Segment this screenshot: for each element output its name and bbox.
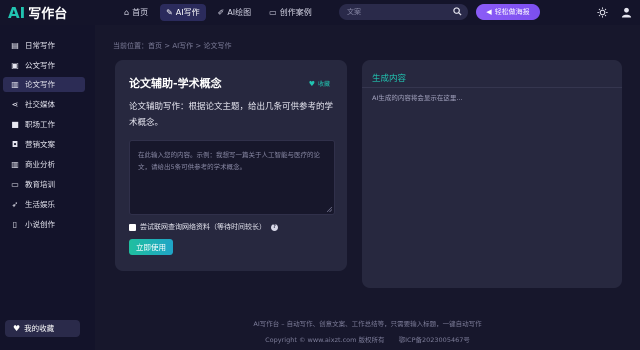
search-input[interactable] — [339, 8, 447, 16]
main-nav: ⌂ 首页 ✎ AI写作 ✐ AI绘图 ▭ 创作案例 — [118, 4, 324, 21]
breadcrumb: 当前位置：首页 > AI写作 > 论文写作 — [113, 42, 232, 50]
nav-item-label: AI写作 — [175, 8, 200, 17]
sidebar-item-workplace[interactable]: ■ 职场工作 — [3, 117, 85, 132]
footer-copyright: Copyright © www.aixzt.com 版权所有 鄂ICP备2023… — [95, 334, 640, 344]
sidebar-item-label: 商业分析 — [25, 160, 55, 169]
rocket-icon: ➶ — [11, 200, 19, 209]
bar-chart-icon: ▥ — [11, 160, 19, 169]
content-input[interactable]: 在此输入您的内容。示例：我想写一篇关于人工智能与医疗的论文，请给出5条可供参考的… — [129, 140, 335, 215]
sidebar-item-education[interactable]: ▭ 教育培训 — [3, 177, 85, 192]
edit-icon: ✎ — [166, 8, 173, 17]
briefcase-icon: ▣ — [11, 61, 19, 70]
my-favorites-label: 我的收藏 — [24, 324, 55, 333]
icp-link[interactable]: 鄂ICP备2023005467号 — [399, 336, 470, 344]
card-description: 论文辅助写作：根据论文主题，给出几条可供参考的学术概念。 — [129, 102, 334, 128]
sidebar-item-social-media[interactable]: ⋖ 社交媒体 — [3, 97, 85, 112]
nav-item-home[interactable]: ⌂ 首页 — [118, 4, 154, 21]
megaphone-icon: ◀ — [486, 8, 492, 16]
web-search-option: 尝试联网查询网络资料（等待时间较长） ? — [129, 222, 278, 232]
my-favorites-button[interactable]: ♥ 我的收藏 — [5, 320, 80, 337]
logo[interactable]: AI 写作台 — [8, 3, 108, 23]
ticket-icon: ◘ — [11, 140, 19, 149]
web-search-checkbox[interactable] — [129, 223, 136, 231]
monitor-icon: ▭ — [11, 180, 19, 189]
sidebar-item-label: 小说创作 — [25, 220, 55, 229]
sidebar-item-label: 社交媒体 — [25, 100, 55, 109]
sidebar-item-marketing[interactable]: ◘ 营销文案 — [3, 137, 85, 152]
nav-item-label: AI绘图 — [227, 8, 252, 17]
result-placeholder: AI生成的内容将会显示在这里... — [372, 94, 463, 102]
sidebar-item-business-analysis[interactable]: ▥ 商业分析 — [3, 157, 85, 172]
favorite-label: 收藏 — [317, 81, 330, 88]
nav-item-ai-drawing[interactable]: ✐ AI绘图 — [212, 4, 258, 21]
help-icon[interactable]: ? — [271, 223, 278, 231]
sidebar-item-lifestyle[interactable]: ➶ 生活娱乐 — [3, 197, 85, 212]
share-icon: ⋖ — [11, 100, 19, 109]
sidebar-item-label: 职场工作 — [25, 120, 55, 129]
sidebar-item-official-writing[interactable]: ▣ 公文写作 — [3, 58, 85, 73]
web-search-label: 尝试联网查询网络资料（等待时间较长） — [140, 223, 266, 231]
video-icon: ■ — [11, 120, 19, 129]
heart-icon: ♥ — [308, 79, 315, 88]
logo-text: 写作台 — [28, 7, 68, 22]
result-title: 生成内容 — [372, 74, 407, 84]
divider — [362, 87, 622, 88]
heart-icon: ♥ — [13, 324, 21, 333]
favorite-button[interactable]: ♥ 收藏 — [308, 79, 330, 89]
nav-item-cases[interactable]: ▭ 创作案例 — [263, 4, 318, 21]
sidebar-item-label: 教育培训 — [25, 180, 55, 189]
sidebar-item-label: 论文写作 — [25, 80, 55, 89]
poster-button-label: 轻松做海报 — [494, 8, 530, 16]
book-icon: ▤ — [11, 41, 19, 50]
copyright-text: Copyright © www.aixzt.com 版权所有 — [265, 336, 385, 344]
nav-item-label: 创作案例 — [279, 8, 312, 17]
book-open-icon: ▯ — [12, 220, 18, 229]
card-title: 论文辅助-学术概念 — [129, 77, 222, 90]
search-icon[interactable] — [453, 7, 462, 16]
user-icon[interactable] — [621, 7, 632, 18]
sidebar-item-thesis-writing[interactable]: ▥ 论文写作 — [3, 77, 85, 92]
footer-description: AI写作台 – 自动写作、创意文案、工作总结等，只需要输入标题，一键自动写作 — [253, 320, 482, 328]
tool-card: 论文辅助-学术概念 ♥ 收藏 论文辅助写作：根据论文主题，给出几条可供参考的学术… — [115, 60, 347, 271]
logo-ai: AI — [8, 3, 26, 22]
home-icon: ⌂ — [124, 8, 130, 17]
theme-toggle-icon[interactable] — [597, 7, 608, 18]
submit-button[interactable]: 立即使用 — [129, 239, 173, 255]
content-input-placeholder: 在此输入您的内容。示例：我想写一篇关于人工智能与医疗的论文，请给出5条可供参考的… — [138, 151, 320, 171]
poster-button[interactable]: ◀ 轻松做海报 — [476, 4, 540, 20]
sidebar-item-novel-writing[interactable]: ▯ 小说创作 — [3, 217, 85, 232]
resize-handle-icon[interactable] — [327, 207, 332, 212]
search-box — [339, 4, 468, 20]
sidebar-item-label: 生活娱乐 — [25, 200, 55, 209]
nav-item-label: 首页 — [132, 8, 149, 17]
sidebar-item-label: 营销文案 — [25, 140, 55, 149]
notebook-icon: ▥ — [11, 80, 19, 89]
sidebar-item-label: 公文写作 — [25, 61, 55, 70]
sidebar-item-label: 日常写作 — [25, 41, 55, 50]
top-bar: AI 写作台 ⌂ 首页 ✎ AI写作 ✐ AI绘图 ▭ 创作案例 ◀ 轻松做海报 — [0, 0, 640, 25]
nav-item-ai-writing[interactable]: ✎ AI写作 — [160, 4, 206, 21]
folder-icon: ▭ — [269, 8, 277, 17]
result-panel: 生成内容 AI生成的内容将会显示在这里... — [362, 60, 622, 288]
sidebar-item-daily-writing[interactable]: ▤ 日常写作 — [3, 38, 85, 53]
brush-icon: ✐ — [217, 8, 225, 17]
sidebar: ▤ 日常写作 ▣ 公文写作 ▥ 论文写作 ⋖ 社交媒体 ■ 职场工作 ◘ 营销文… — [0, 25, 95, 350]
